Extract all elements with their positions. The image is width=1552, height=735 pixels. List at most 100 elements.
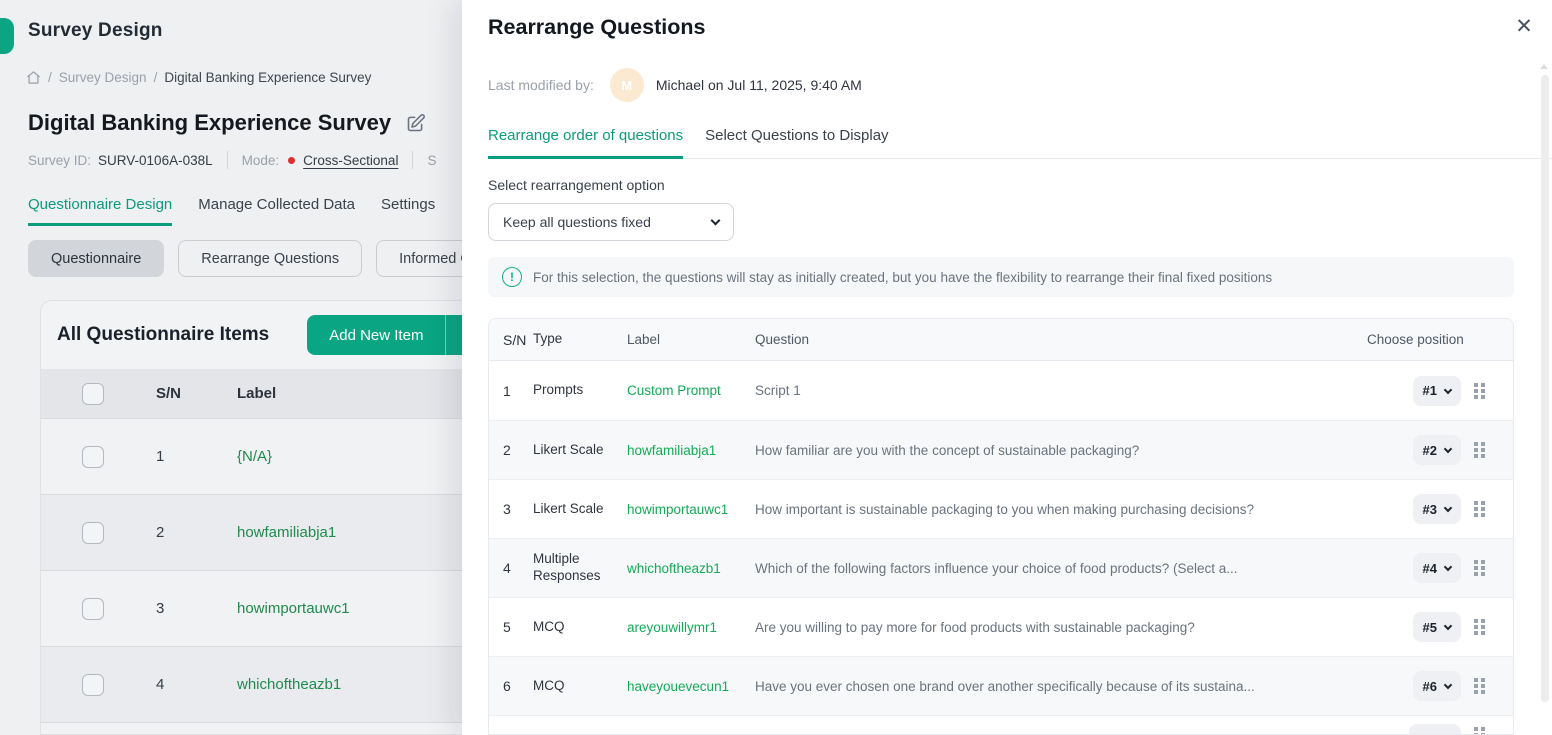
row-sn: 1 (104, 448, 196, 465)
drag-handle-icon[interactable] (1474, 727, 1485, 735)
tab-questionnaire-design[interactable]: Questionnaire Design (28, 196, 172, 226)
add-new-item-label[interactable]: Add New Item (307, 315, 445, 355)
position-select[interactable]: #5 (1413, 612, 1461, 642)
pill-rearrange-questions[interactable]: Rearrange Questions (178, 240, 362, 277)
position-select[interactable]: #2 (1413, 435, 1461, 465)
drag-handle-icon[interactable] (1474, 619, 1485, 635)
chevron-down-icon (1444, 681, 1452, 689)
rearrange-row: 2 Likert Scale howfamiliabja1 How famili… (489, 420, 1513, 479)
rearrangement-option-select[interactable]: Keep all questions fixed (488, 203, 734, 241)
row-type: Likert Scale (533, 501, 619, 518)
drag-handle-icon[interactable] (1474, 678, 1485, 694)
position-value: #2 (1423, 443, 1437, 458)
drawer-tabs: Rearrange order of questions Select Ques… (488, 127, 1552, 159)
row-label: haveyouevecun1 (627, 679, 745, 694)
last-modified-label: Last modified by: (488, 77, 594, 93)
row-question: Script 1 (755, 383, 1413, 398)
row-question: How important is sustainable packaging t… (755, 502, 1413, 517)
tab-select-questions[interactable]: Select Questions to Display (705, 127, 888, 158)
col-sn: S/N (489, 332, 523, 348)
drawer-title: Rearrange Questions (488, 15, 705, 40)
close-icon[interactable]: ✕ (1510, 12, 1538, 40)
rearrangement-option-value: Keep all questions fixed (503, 214, 651, 230)
row-type: MCQ (533, 678, 619, 695)
col-sn: S/N (104, 385, 196, 402)
rearrange-row: 6 MCQ haveyouevecun1 Have you ever chose… (489, 656, 1513, 715)
rearrange-row: 4 Multiple Responses whichoftheazb1 Whic… (489, 538, 1513, 597)
breadcrumb-item-survey-design[interactable]: Survey Design (59, 70, 147, 85)
breadcrumb-separator: / (48, 70, 52, 85)
info-text: For this selection, the questions will s… (533, 270, 1272, 285)
scrollbar-arrow (1540, 64, 1548, 69)
mode-value-link[interactable]: Cross-Sectional (303, 153, 398, 168)
position-select[interactable]: #4 (1413, 553, 1461, 583)
col-choose-position: Choose position (1347, 332, 1497, 347)
chevron-down-icon (1444, 385, 1452, 393)
app-title: Survey Design (28, 20, 163, 42)
last-modified-row: Last modified by: M Michael on Jul 11, 2… (488, 68, 862, 102)
survey-meta: Survey ID: SURV-0106A-038L Mode: Cross-S… (28, 151, 443, 169)
drag-handle-icon[interactable] (1474, 560, 1485, 576)
row-checkbox[interactable] (82, 598, 104, 620)
row-checkbox[interactable] (82, 674, 104, 696)
row-question: Which of the following factors influence… (755, 561, 1413, 576)
pill-questionnaire[interactable]: Questionnaire (28, 240, 164, 277)
info-icon: ! (502, 267, 522, 287)
col-label: Label (196, 385, 361, 402)
row-checkbox[interactable] (82, 522, 104, 544)
rearrange-row: 3 Likert Scale howimportauwc1 How import… (489, 479, 1513, 538)
section-title: All Questionnaire Items (57, 324, 269, 346)
mode-status-dot (288, 157, 295, 164)
select-all-checkbox[interactable] (82, 383, 104, 405)
breadcrumb-item-current: Digital Banking Experience Survey (164, 70, 371, 85)
col-label: Label (627, 332, 745, 347)
row-label[interactable]: howimportauwc1 (196, 600, 361, 617)
scrollbar[interactable] (1541, 75, 1549, 702)
row-label: areyouwillymr1 (627, 620, 745, 635)
rearrange-questions-drawer: ✕ Rearrange Questions Last modified by: … (462, 0, 1552, 735)
survey-id-value: SURV-0106A-038L (98, 153, 213, 168)
row-type: MCQ (533, 619, 619, 636)
position-select[interactable]: #3 (1413, 494, 1461, 524)
divider (412, 151, 413, 169)
row-label[interactable]: howfamiliabja1 (196, 524, 361, 541)
tab-settings[interactable]: Settings (381, 196, 435, 226)
edit-icon[interactable] (405, 113, 426, 134)
col-question: Question (755, 332, 1347, 347)
position-select[interactable]: #1 (1413, 376, 1461, 406)
row-sn: 2 (104, 524, 196, 541)
status-fragment: S (427, 153, 436, 168)
rearrange-row (489, 715, 1513, 735)
position-value: #3 (1423, 502, 1437, 517)
chevron-down-icon (1444, 445, 1452, 453)
row-label: Custom Prompt (627, 383, 745, 398)
tab-manage-collected-data[interactable]: Manage Collected Data (198, 196, 355, 226)
row-checkbox[interactable] (82, 446, 104, 468)
row-sn: 2 (489, 442, 523, 458)
drag-handle-icon[interactable] (1474, 442, 1485, 458)
breadcrumb-separator: / (154, 70, 158, 85)
home-icon[interactable] (26, 70, 41, 85)
page-tabs: Questionnaire Design Manage Collected Da… (28, 196, 435, 226)
row-label: howfamiliabja1 (627, 443, 745, 458)
row-sn: 1 (489, 383, 523, 399)
page-title: Digital Banking Experience Survey (28, 110, 391, 136)
rearrange-table-header: S/N Type Label Question Choose position (489, 319, 1513, 361)
survey-id-label: Survey ID: (28, 153, 91, 168)
drag-handle-icon[interactable] (1474, 383, 1485, 399)
row-type: Likert Scale (533, 442, 619, 459)
tab-rearrange-order[interactable]: Rearrange order of questions (488, 127, 683, 159)
row-question: Have you ever chosen one brand over anot… (755, 679, 1413, 694)
row-label[interactable]: whichoftheazb1 (196, 676, 361, 693)
row-sn: 5 (489, 619, 523, 635)
row-label: whichoftheazb1 (627, 561, 745, 576)
row-type: Multiple Responses (533, 551, 619, 585)
row-sn: 6 (489, 678, 523, 694)
row-question: How familiar are you with the concept of… (755, 443, 1413, 458)
drag-handle-icon[interactable] (1474, 501, 1485, 517)
position-select[interactable]: #6 (1413, 671, 1461, 701)
sub-nav: Questionnaire Rearrange Questions Inform… (28, 240, 536, 277)
sidebar-accent-tab (0, 18, 14, 54)
row-label[interactable]: {N/A} (196, 448, 361, 465)
position-select[interactable] (1409, 724, 1461, 735)
